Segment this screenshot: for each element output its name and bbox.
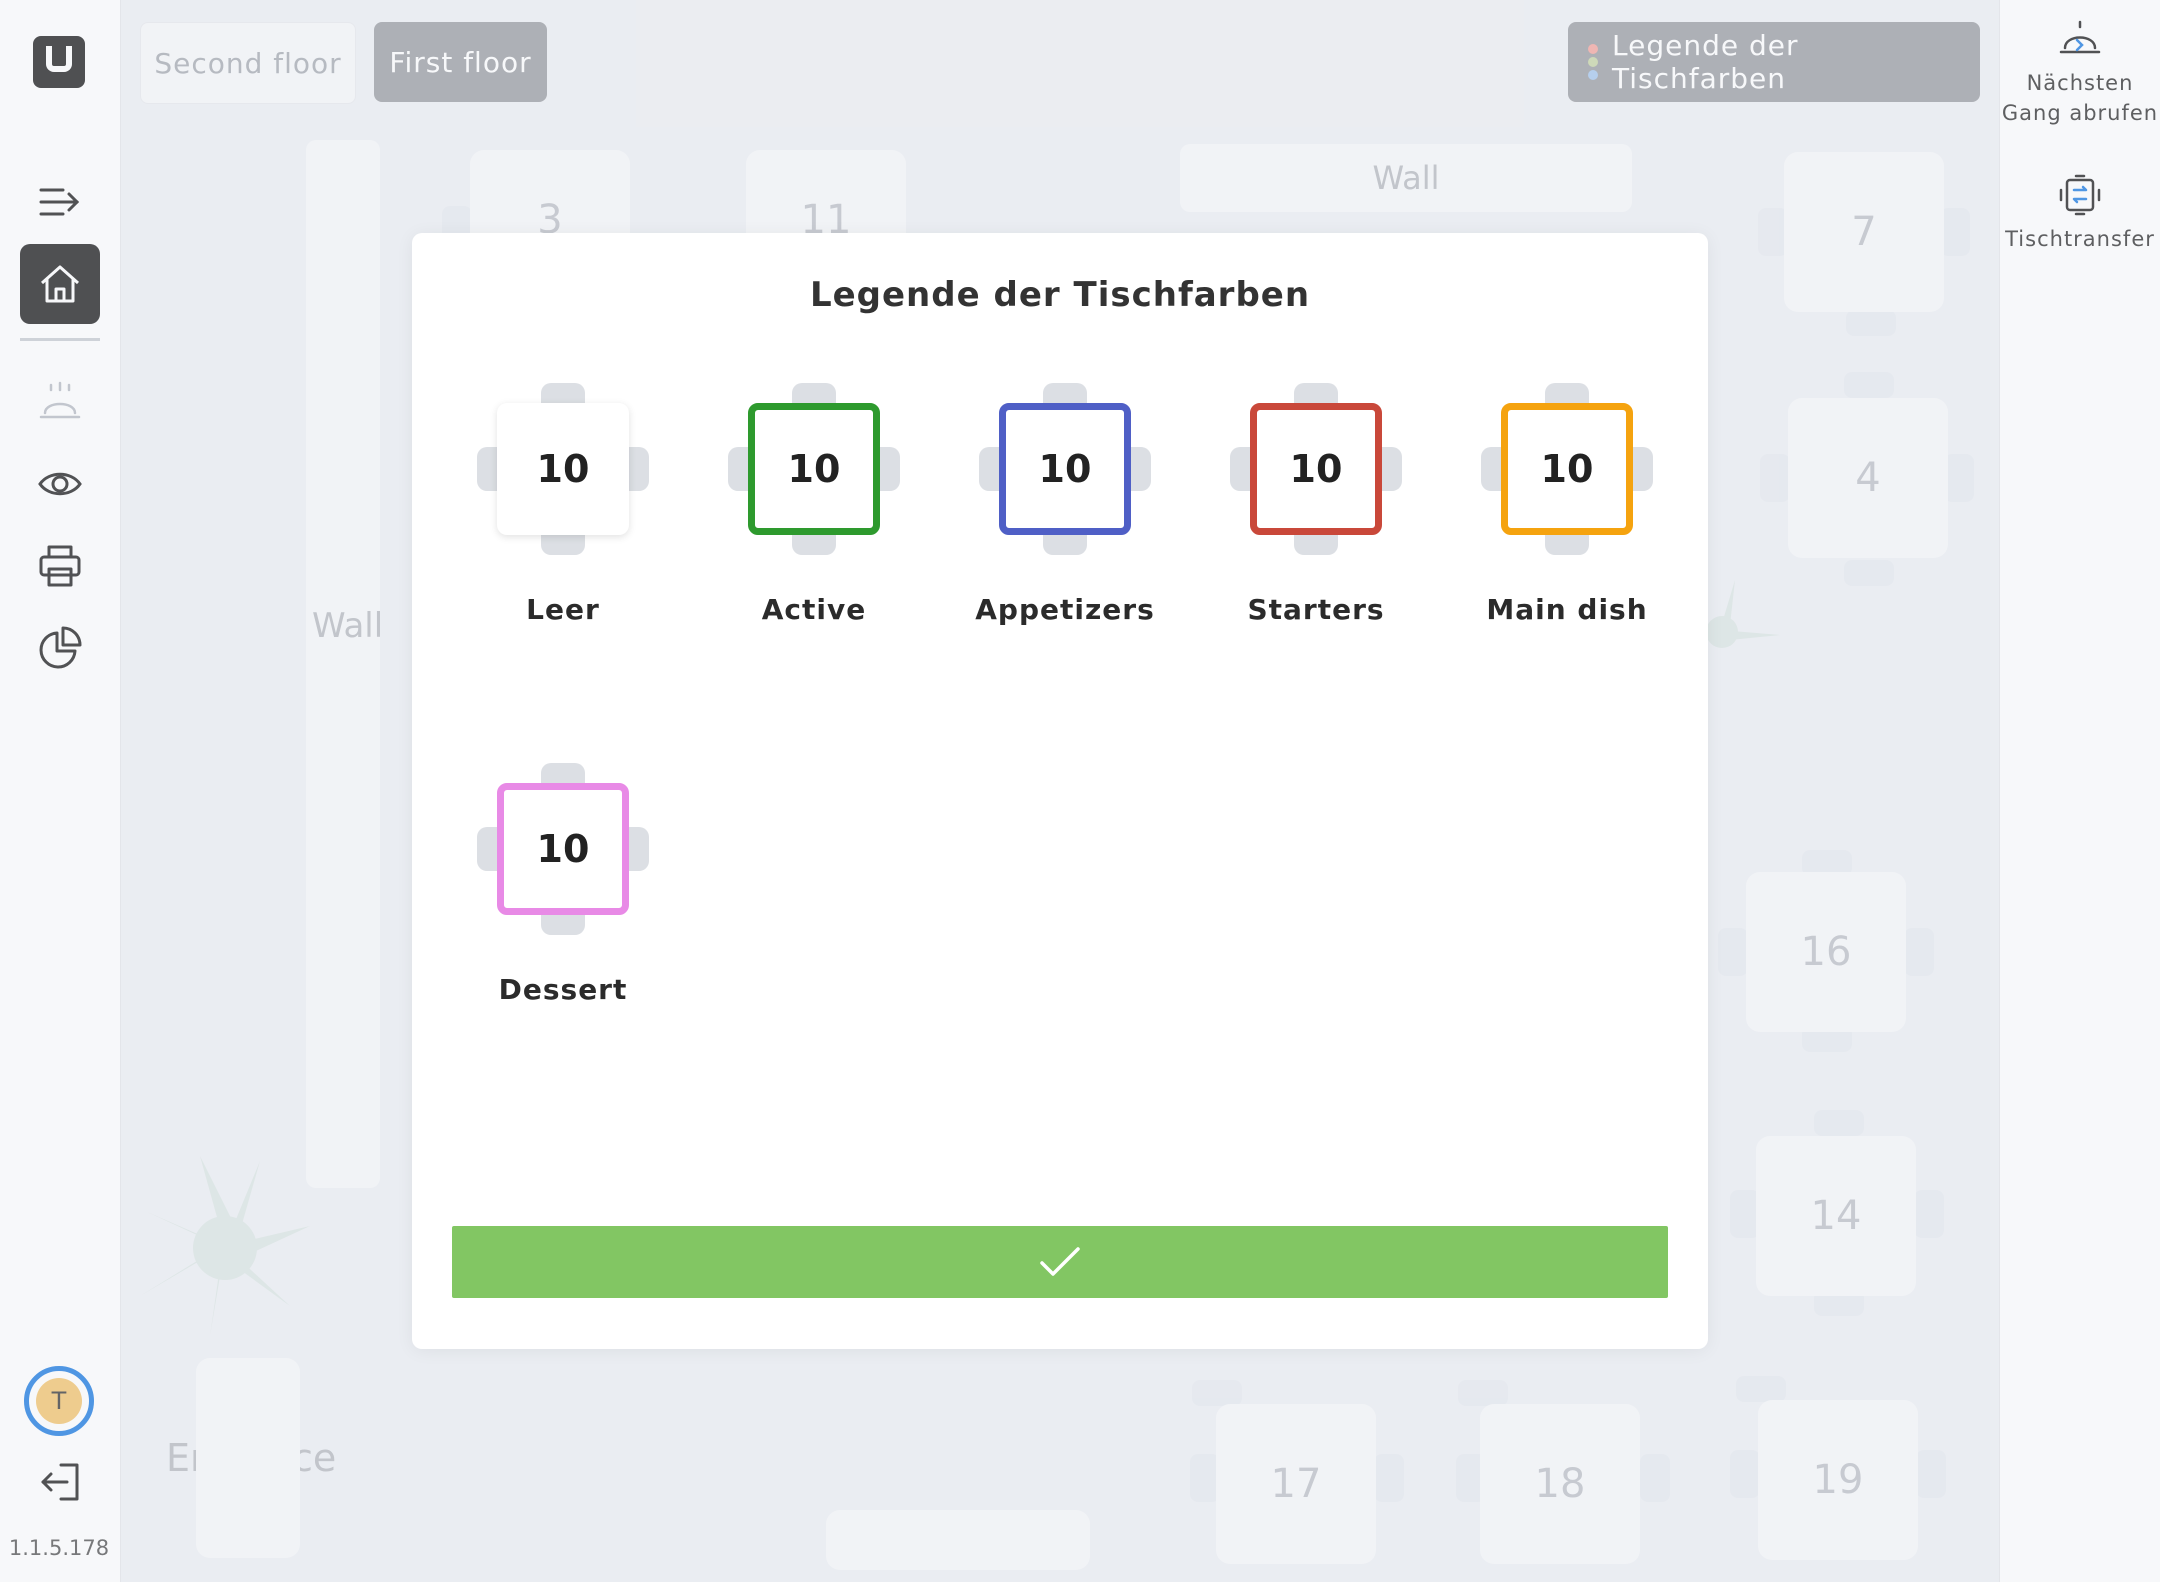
- legend-table: 10: [497, 783, 629, 915]
- legend-item-leer: 10 Leer: [457, 383, 657, 643]
- legend-item-main-dish: 10 Main dish: [1461, 383, 1661, 643]
- legend-label: Appetizers: [975, 593, 1155, 626]
- legend-item-dessert: 10 Dessert: [457, 763, 657, 1023]
- legend-label: Active: [761, 593, 867, 626]
- legend-item-appetizers: 10 Appetizers: [959, 383, 1159, 643]
- legend-label: Dessert: [498, 973, 628, 1006]
- legend-item-starters: 10 Starters: [1210, 383, 1410, 643]
- legend-table: 10: [1501, 403, 1633, 535]
- legend-table: 10: [999, 403, 1131, 535]
- confirm-button[interactable]: [452, 1226, 1668, 1298]
- modal-title: Legende der Tischfarben: [809, 275, 1311, 315]
- legend-table: 10: [1250, 403, 1382, 535]
- legend-label: Starters: [1247, 593, 1385, 626]
- legend-item-active: 10 Active: [708, 383, 908, 643]
- legend-label: Main dish: [1486, 593, 1648, 626]
- checkmark-icon: [1040, 1247, 1080, 1276]
- legend-table: 10: [748, 403, 880, 535]
- legend-table: 10: [497, 403, 629, 535]
- legend-label: Leer: [526, 593, 600, 626]
- legend-modal: Legende der Tischfarben 10 Leer 10 Activ…: [412, 233, 1708, 1349]
